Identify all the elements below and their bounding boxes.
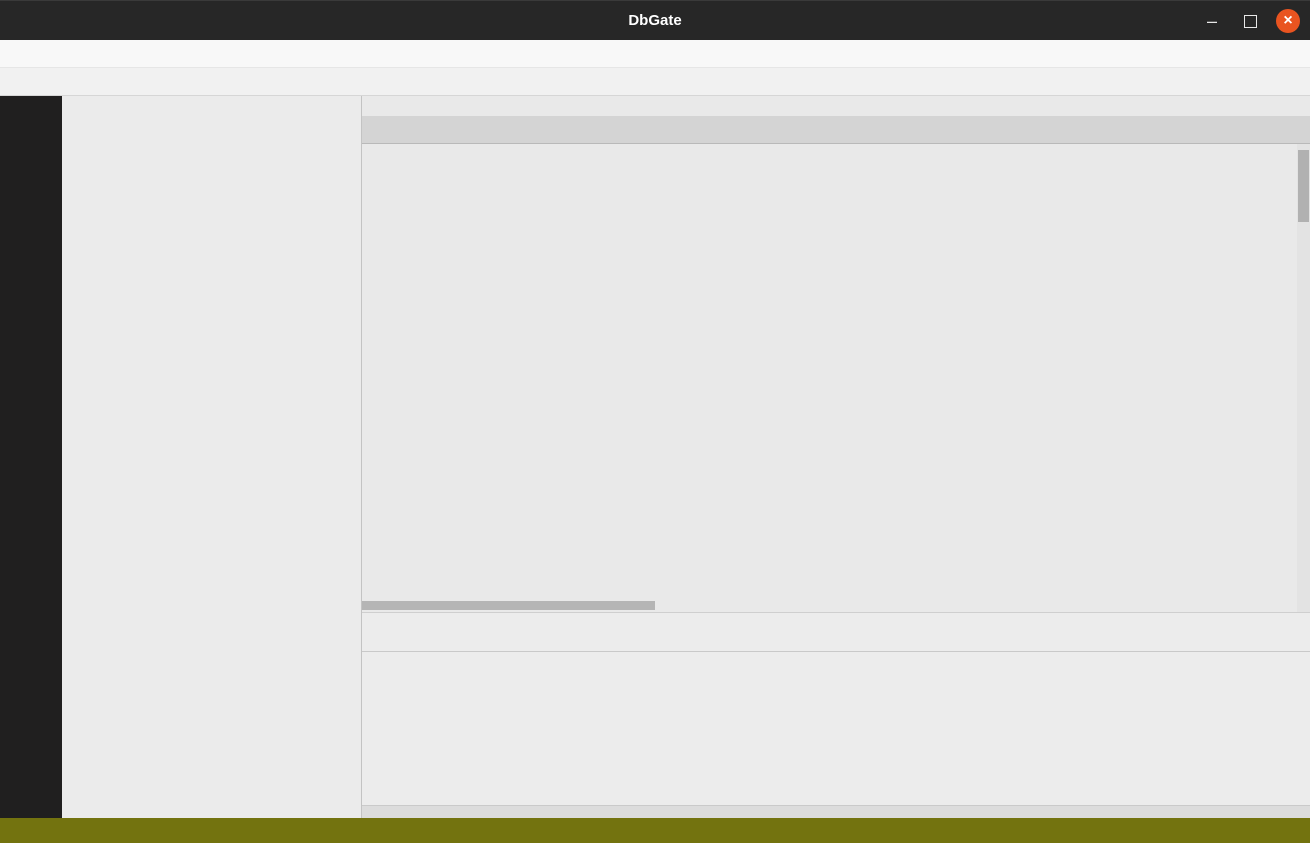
- close-button[interactable]: ×: [1276, 9, 1300, 33]
- toolbar: [0, 68, 1310, 96]
- bottom-panel-filler: [362, 652, 1310, 818]
- grid-horizontal-scrollbar[interactable]: [362, 805, 1310, 818]
- window-controls: – ×: [1200, 1, 1300, 41]
- designer-canvas[interactable]: [362, 144, 1310, 613]
- bottom-panel-tabs: [362, 613, 1310, 652]
- join-lines: [362, 144, 1310, 613]
- main-area: [0, 96, 1310, 818]
- canvas-vertical-scrollbar-thumb[interactable]: [1298, 150, 1309, 222]
- canvas-vertical-scrollbar[interactable]: [1297, 144, 1310, 612]
- minimize-button[interactable]: –: [1200, 9, 1224, 33]
- tab-group-bar: [362, 96, 1310, 116]
- maximize-button[interactable]: [1238, 9, 1262, 33]
- activity-rail: [0, 96, 62, 818]
- window-title: DbGate: [628, 12, 681, 29]
- status-bar: [0, 818, 1310, 843]
- content-area: [362, 96, 1310, 818]
- canvas-horizontal-scrollbar-thumb[interactable]: [362, 601, 655, 610]
- title-bar: DbGate – ×: [0, 0, 1310, 40]
- tab-bar: [362, 116, 1310, 144]
- bottom-panel: [362, 613, 1310, 818]
- sidebar: [62, 96, 362, 818]
- menu-bar: [0, 40, 1310, 68]
